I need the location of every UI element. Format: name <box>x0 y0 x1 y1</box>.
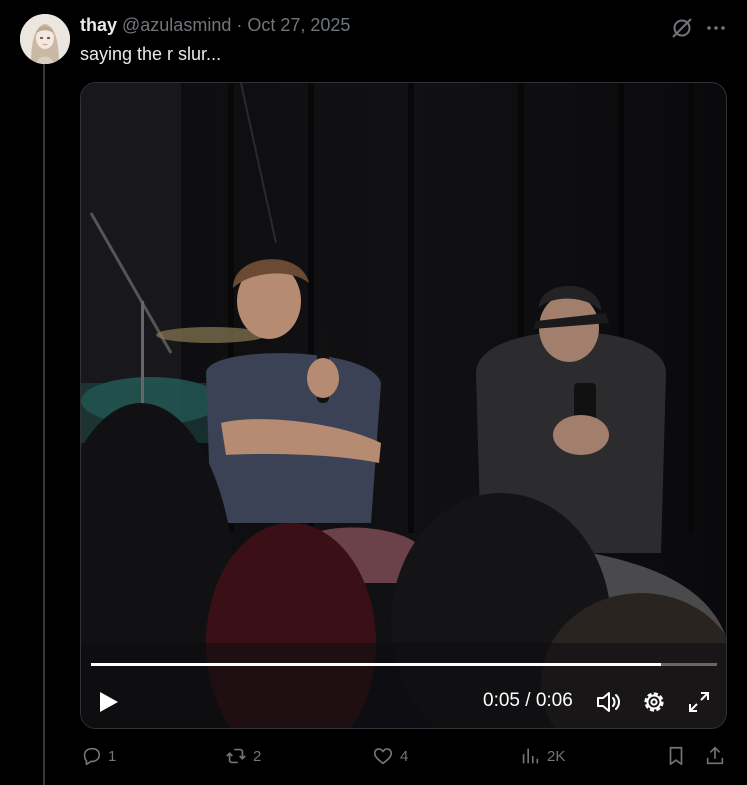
reply-count: 1 <box>108 747 117 765</box>
grok-icon[interactable] <box>670 16 694 40</box>
views-icon <box>522 748 539 764</box>
fullscreen-icon[interactable] <box>687 690 711 714</box>
reply-button[interactable]: 1 <box>80 745 116 767</box>
avatar[interactable] <box>20 14 70 64</box>
separator-dot: · <box>236 15 243 35</box>
video-player[interactable]: 0:05 / 0:06 <box>80 82 727 729</box>
progress-bar[interactable] <box>91 663 717 666</box>
volume-icon[interactable] <box>595 689 623 715</box>
author-name[interactable]: thay <box>80 15 117 36</box>
avatar-image <box>20 14 70 64</box>
reply-icon <box>83 747 101 766</box>
repost-button[interactable]: 2 <box>225 745 261 767</box>
bookmark-icon <box>669 746 683 766</box>
repost-count: 2 <box>253 747 262 765</box>
play-icon[interactable] <box>95 689 121 715</box>
tweet-date[interactable]: Oct 27, 2025 <box>247 15 350 36</box>
more-icon[interactable] <box>704 16 728 40</box>
settings-icon[interactable] <box>641 689 667 715</box>
views-count: 2K <box>547 747 566 765</box>
video-time: 0:05 / 0:06 <box>483 690 573 711</box>
action-bar: 1 2 4 2K <box>80 745 730 771</box>
progress-fill <box>91 663 661 666</box>
share-icon <box>706 746 724 765</box>
views-button[interactable]: 2K <box>519 745 565 767</box>
repost-icon <box>226 748 246 764</box>
like-icon <box>373 748 393 765</box>
tweet-header: thay @azulasmind · Oct 27, 2025 <box>80 15 350 37</box>
like-button[interactable]: 4 <box>372 745 408 767</box>
bookmark-button[interactable] <box>665 745 687 767</box>
author-handle[interactable]: @azulasmind <box>122 15 231 36</box>
share-button[interactable] <box>704 745 726 767</box>
video-frame <box>81 83 726 728</box>
like-count: 4 <box>400 747 409 765</box>
thread-line <box>43 64 45 785</box>
tweet-text: saying the r slur... <box>80 44 222 64</box>
